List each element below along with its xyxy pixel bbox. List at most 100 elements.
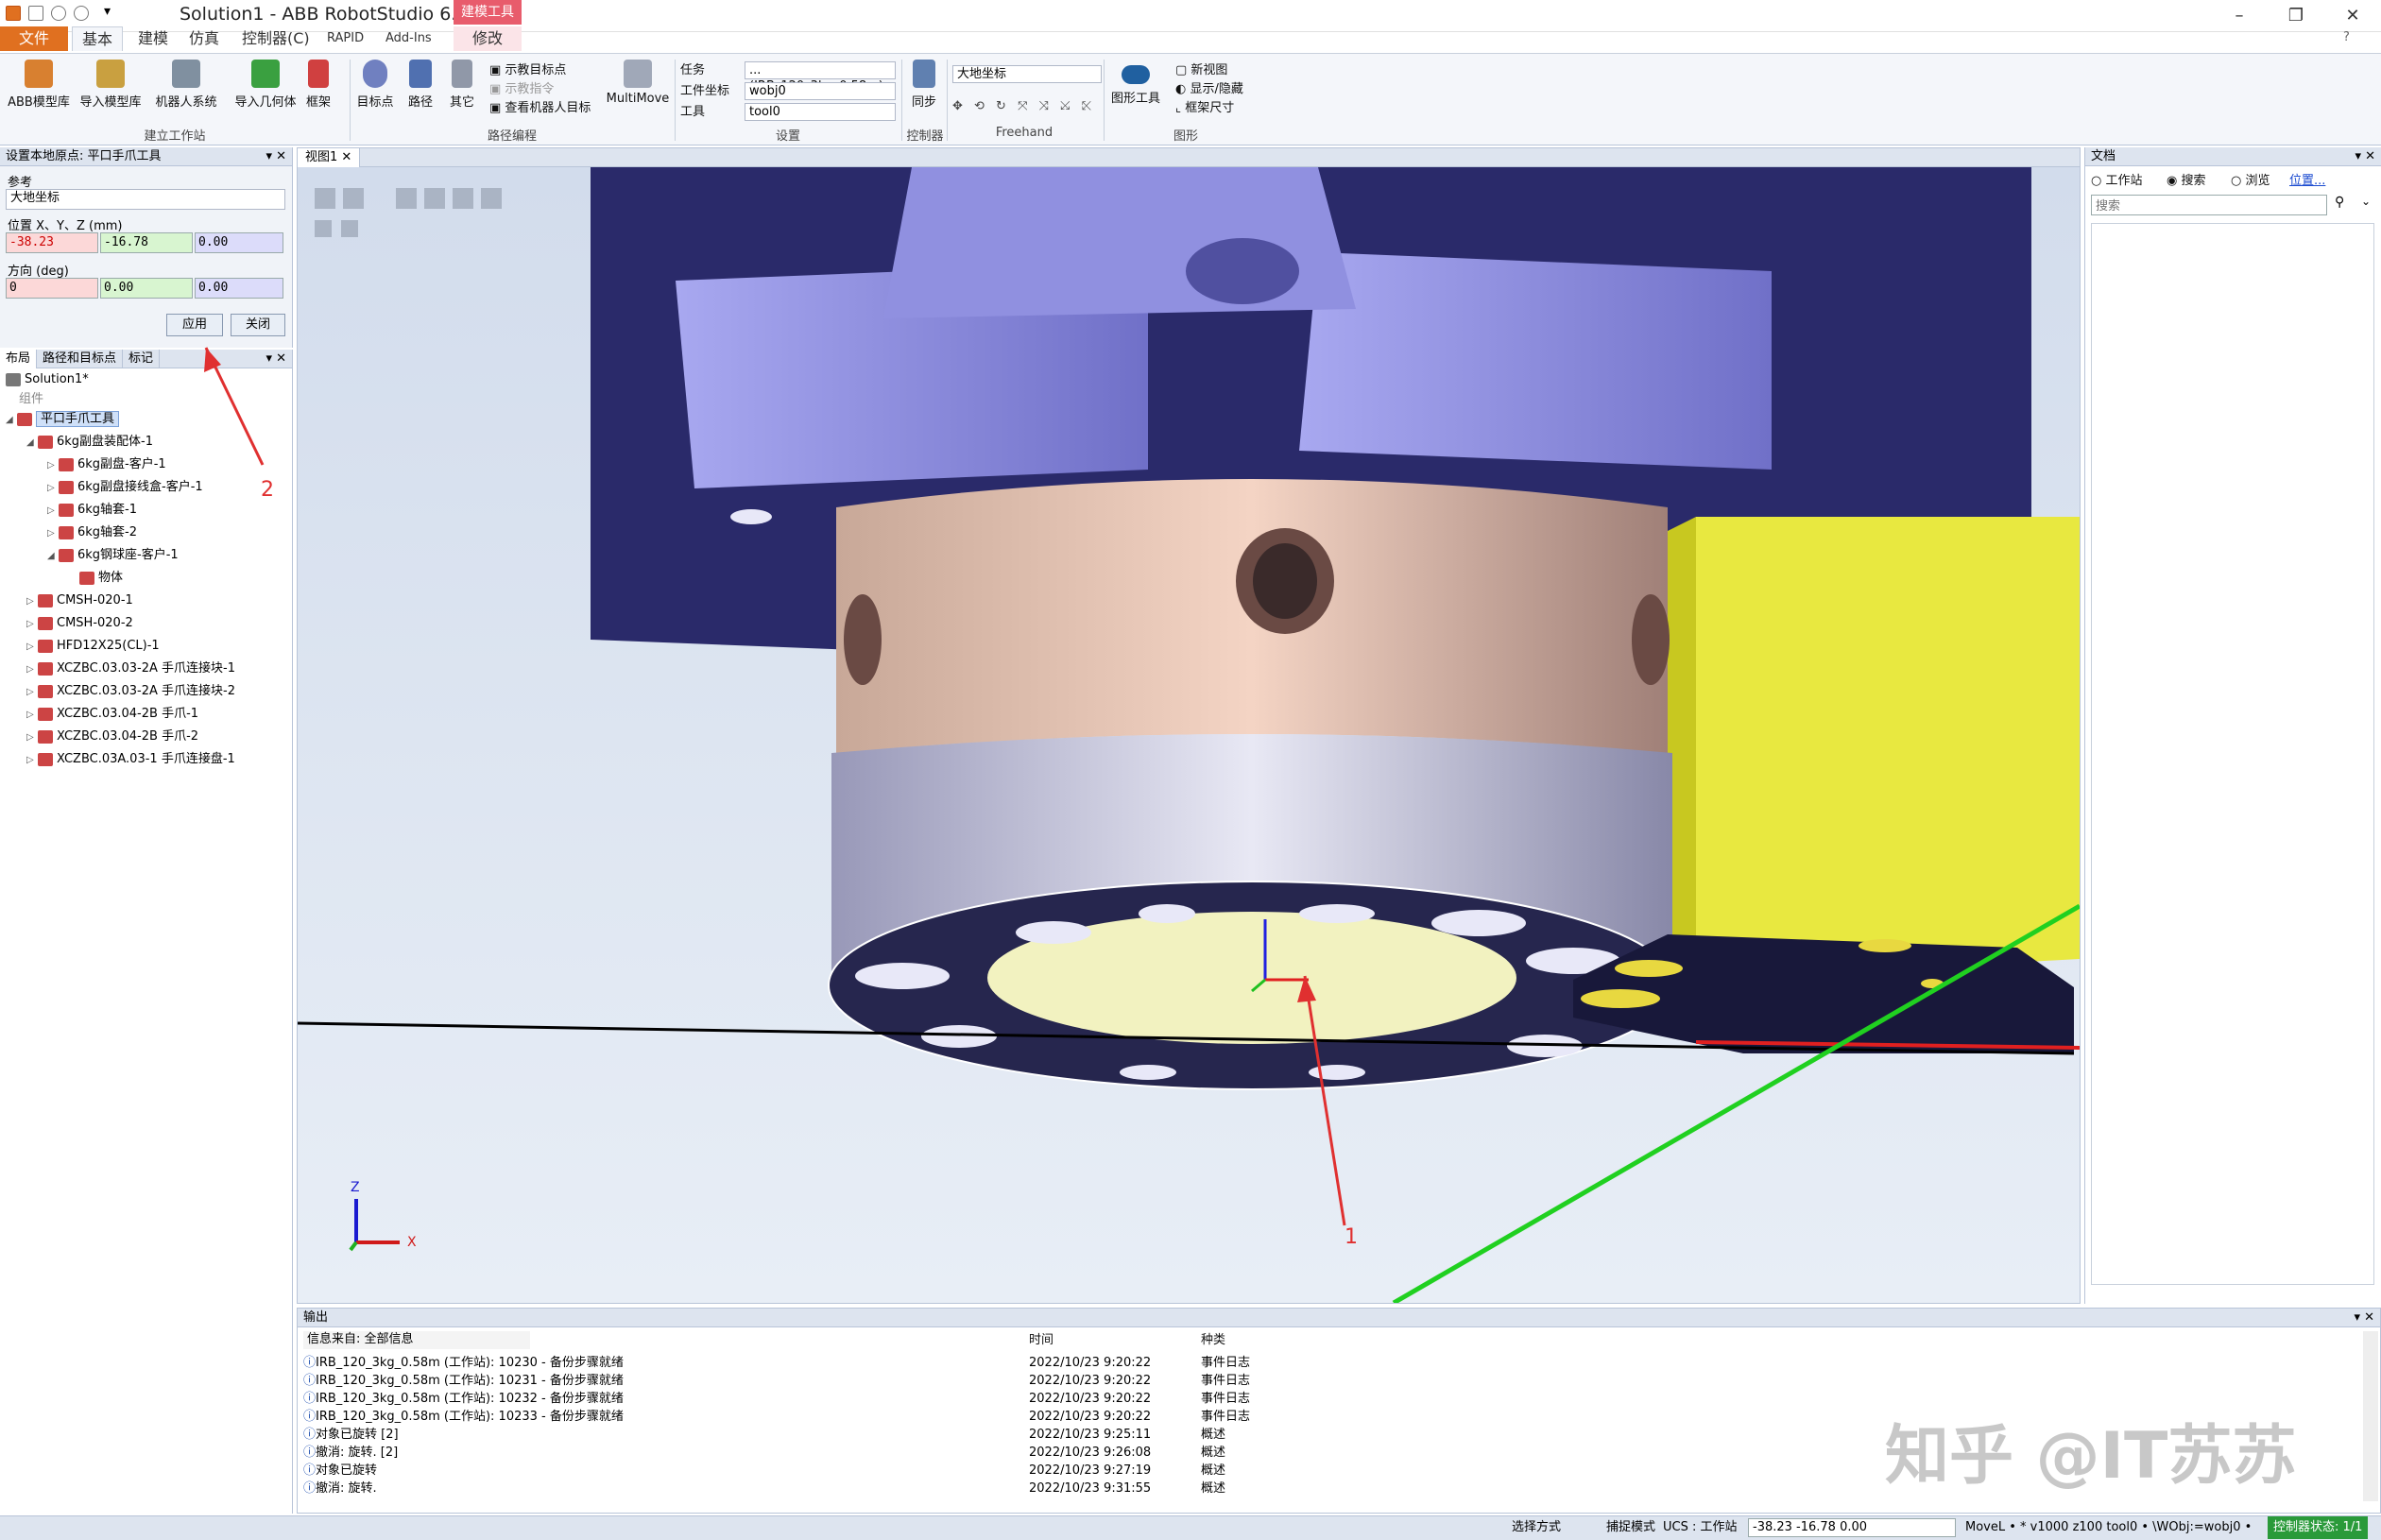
view-robot-target-button[interactable]: ▣ 查看机器人目标 [489,99,591,118]
multimove-button[interactable]: MultiMove [605,60,671,120]
tree-item[interactable]: ▷ 6kg轴套-1 [0,499,292,522]
expander-icon[interactable]: ▷ [26,704,38,727]
viewport-3d[interactable]: 1 Z X [298,167,2080,1303]
expander-icon[interactable]: ▷ [26,681,38,704]
expander-icon[interactable]: ▷ [26,636,38,659]
snap-mode[interactable]: 捕捉模式 [1606,1516,1655,1539]
abb-library-button[interactable]: ABB模型库 [4,60,74,120]
target-button[interactable]: 目标点 [351,60,399,120]
direction-x-input[interactable]: 0 [6,278,98,299]
import-library-button[interactable]: 导入模型库 [76,60,146,120]
tab-addins[interactable]: Add-Ins [376,26,441,51]
tab-modeling[interactable]: 建模 [128,26,178,51]
select-mode[interactable]: 选择方式 [1512,1516,1561,1539]
position-z-input[interactable]: 0.00 [195,232,283,253]
expander-icon[interactable]: ◢ [6,409,17,432]
tree-item[interactable]: ▷ XCZBC.03A.03-1 手爪连接盘-1 [0,748,292,771]
tree-item[interactable]: ▷ XCZBC.03.03-2A 手爪连接块-2 [0,680,292,703]
motion-settings[interactable]: MoveL • * v1000 z100 tool0 • \WObj:=wobj… [1965,1516,2252,1539]
output-source-select[interactable]: 信息来自: 全部信息 [303,1331,530,1349]
tab-simulation[interactable]: 仿真 [180,26,229,51]
tree-item[interactable]: 物体 [0,567,292,590]
output-row[interactable]: ⓘ撤消: 旋转. [2] 2022/10/23 9:26:08 概述 [303,1444,1626,1462]
radio-browse[interactable]: ○ 浏览 [2231,172,2270,191]
expander-icon[interactable]: ▷ [47,477,59,500]
save-icon[interactable] [28,6,43,21]
apply-button[interactable]: 应用 [166,314,223,336]
location-link[interactable]: 位置... [2289,172,2325,191]
tree-item[interactable]: ▷ 6kg轴套-2 [0,522,292,544]
graphics-tool-button[interactable]: 图形工具 [1105,60,1166,120]
output-row[interactable]: ⓘ对象已旋转 [2] 2022/10/23 9:25:11 概述 [303,1426,1626,1444]
tree-item[interactable]: ◢ 6kg钢球座-客户-1 [0,544,292,567]
qat-menu-icon[interactable]: ▾ [104,4,111,19]
expander-icon[interactable]: ▷ [26,590,38,613]
import-geometry-button[interactable]: 导入几何体 [231,60,300,120]
tree-item[interactable]: ▷ XCZBC.03.04-2B 手爪-1 [0,703,292,726]
col-type-header[interactable]: 种类 [1201,1331,1225,1350]
tab-controller[interactable]: 控制器(C) [232,26,319,51]
freehand-tools[interactable]: ✥ ⟲ ↻ ⤧ ⤨ ⤩ ⤪ [952,97,1095,116]
expander-icon[interactable]: ▷ [26,659,38,681]
other-button[interactable]: 其它 [440,60,484,120]
tree-item[interactable]: ▷ CMSH-020-1 [0,590,292,612]
position-x-input[interactable]: -38.23 [6,232,98,253]
tab-modify[interactable]: 修改 [454,26,522,51]
expander-icon[interactable]: ▷ [26,749,38,772]
new-view-button[interactable]: ▢ 新视图 [1175,61,1227,80]
expander-icon[interactable]: ◢ [47,545,59,568]
radio-station[interactable]: ○ 工作站 [2091,172,2143,191]
panel-close-icon[interactable]: ▾ ✕ [2355,147,2375,166]
output-row[interactable]: ⓘ撤消: 旋转. 2022/10/23 9:31:55 概述 [303,1480,1626,1497]
output-row[interactable]: ⓘIRB_120_3kg_0.58m (工作站): 10233 - 备份步骤就绪… [303,1408,1626,1426]
frame-size-button[interactable]: ⌞ 框架尺寸 [1175,99,1234,118]
sync-button[interactable]: 同步 [903,60,945,120]
close-button[interactable]: 关闭 [231,314,285,336]
output-row[interactable]: ⓘIRB_120_3kg_0.58m (工作站): 10232 - 备份步骤就绪… [303,1390,1626,1408]
output-row[interactable]: ⓘIRB_120_3kg_0.58m (工作站): 10231 - 备份步骤就绪… [303,1372,1626,1390]
tree-item[interactable]: ▷ XCZBC.03.04-2B 手爪-2 [0,726,292,748]
tab-file[interactable]: 文件 (F) [0,26,68,72]
redo-icon[interactable] [74,6,89,21]
documents-search-input[interactable] [2091,195,2327,215]
wobj-select[interactable]: wobj0 [745,82,896,100]
col-time-header[interactable]: 时间 [1029,1331,1053,1350]
search-icon[interactable]: ⚲ [2335,195,2344,210]
output-row[interactable]: ⓘ对象已旋转 2022/10/23 9:27:19 概述 [303,1462,1626,1480]
tree-item[interactable]: ▷ XCZBC.03.03-2A 手爪连接块-1 [0,658,292,680]
expander-icon[interactable]: ▷ [26,613,38,636]
tree-item[interactable]: ▷ CMSH-020-2 [0,612,292,635]
path-button[interactable]: 路径 [399,60,442,120]
undo-icon[interactable] [51,6,66,21]
expander-icon[interactable]: ▷ [47,522,59,545]
tool-select[interactable]: tool0 [745,103,896,121]
tab-tags[interactable]: 标记 [123,350,161,368]
expander-icon[interactable]: ▷ [47,454,59,477]
task-select[interactable]: ...(IRB_120_3kg_0.58m) [745,61,896,94]
coord-system-select[interactable]: 大地坐标 [952,65,1102,83]
position-y-input[interactable]: -16.78 [100,232,193,253]
frame-button[interactable]: 框架 [295,60,342,120]
controller-status[interactable]: 控制器状态: 1/1 [2268,1516,2369,1539]
tree-item[interactable]: ▷ HFD12X25(CL)-1 [0,635,292,658]
expander-icon[interactable]: ▷ [47,500,59,522]
tab-rapid[interactable]: RAPID [317,26,373,51]
tab-layout[interactable]: 布局 [0,350,38,368]
tab-view1[interactable]: 视图1 ✕ [298,148,361,167]
tab-home[interactable]: 基本 [72,26,124,51]
expand-icon[interactable]: ⌄ [2361,195,2371,208]
radio-search[interactable]: ◉ 搜索 [2167,172,2206,191]
expander-icon[interactable]: ▷ [26,727,38,749]
output-scrollbar[interactable] [2363,1331,2378,1501]
reference-select[interactable]: 大地坐标 [6,189,285,210]
direction-z-input[interactable]: 0.00 [195,278,283,299]
tab-paths-targets[interactable]: 路径和目标点 [37,350,124,368]
panel-close-icon[interactable]: ▾ ✕ [2354,1309,2374,1327]
robot-system-button[interactable]: 机器人系统 [151,60,221,120]
panel-close-icon[interactable]: ▾ ✕ [266,147,286,166]
show-hide-button[interactable]: ◐ 显示/隐藏 [1175,80,1243,99]
direction-y-input[interactable]: 0.00 [100,278,193,299]
output-row[interactable]: ⓘIRB_120_3kg_0.58m (工作站): 10230 - 备份步骤就绪… [303,1354,1626,1372]
expander-icon[interactable]: ◢ [26,432,38,454]
teach-target-button[interactable]: ▣ 示教目标点 [489,61,566,80]
